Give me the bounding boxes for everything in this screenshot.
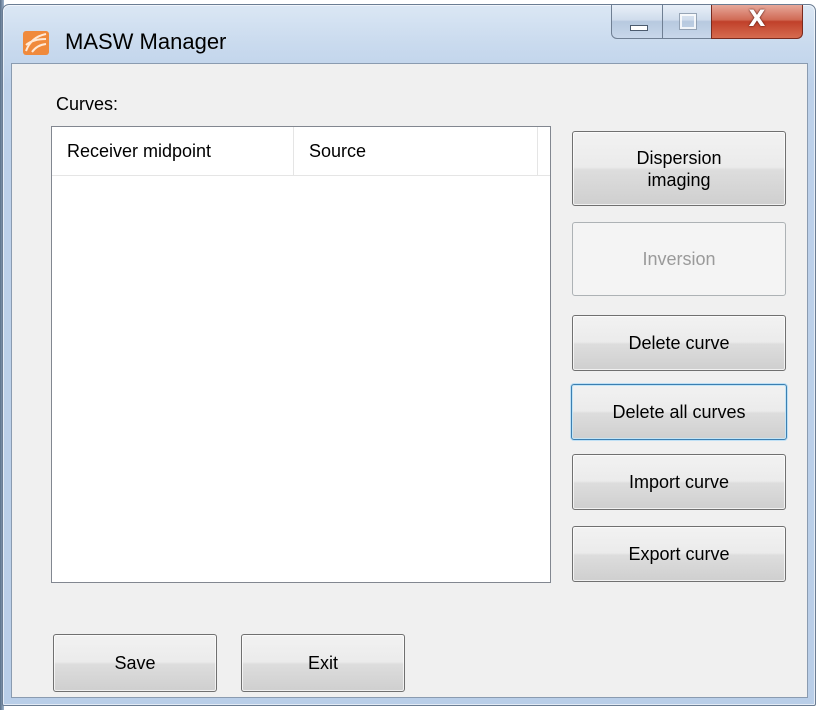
minimize-button[interactable] <box>611 5 663 39</box>
inversion-button[interactable]: Inversion <box>572 222 786 296</box>
window-title: MASW Manager <box>65 29 227 54</box>
minimize-icon <box>630 25 648 31</box>
delete-curve-button[interactable]: Delete curve <box>572 315 786 371</box>
client-area: Curves: Receiver midpoint Source Dispers… <box>11 63 808 698</box>
caption-buttons: X <box>611 5 807 41</box>
import-curve-button[interactable]: Import curve <box>572 454 786 510</box>
title-bar[interactable]: MASW Manager X <box>3 5 815 63</box>
app-icon <box>23 31 49 55</box>
maximize-button[interactable] <box>662 5 712 39</box>
close-icon: X <box>748 7 766 32</box>
maximize-icon <box>680 14 696 29</box>
close-button[interactable]: X <box>711 5 803 39</box>
exit-button[interactable]: Exit <box>241 634 405 692</box>
column-header-source[interactable]: Source <box>294 127 538 175</box>
curves-list[interactable]: Receiver midpoint Source <box>51 126 551 583</box>
desktop-background: MASW Manager X Curves: Receiver midpoint… <box>0 0 820 710</box>
curves-label: Curves: <box>56 94 119 114</box>
delete-all-curves-button[interactable]: Delete all curves <box>571 384 787 440</box>
dispersion-imaging-label: Dispersion imaging <box>636 147 722 190</box>
dispersion-imaging-button[interactable]: Dispersion imaging <box>572 131 786 206</box>
masw-manager-window: MASW Manager X Curves: Receiver midpoint… <box>2 4 816 706</box>
column-header-receiver-midpoint[interactable]: Receiver midpoint <box>52 127 294 175</box>
save-button[interactable]: Save <box>53 634 217 692</box>
export-curve-button[interactable]: Export curve <box>572 526 786 582</box>
curves-list-header: Receiver midpoint Source <box>52 127 550 176</box>
